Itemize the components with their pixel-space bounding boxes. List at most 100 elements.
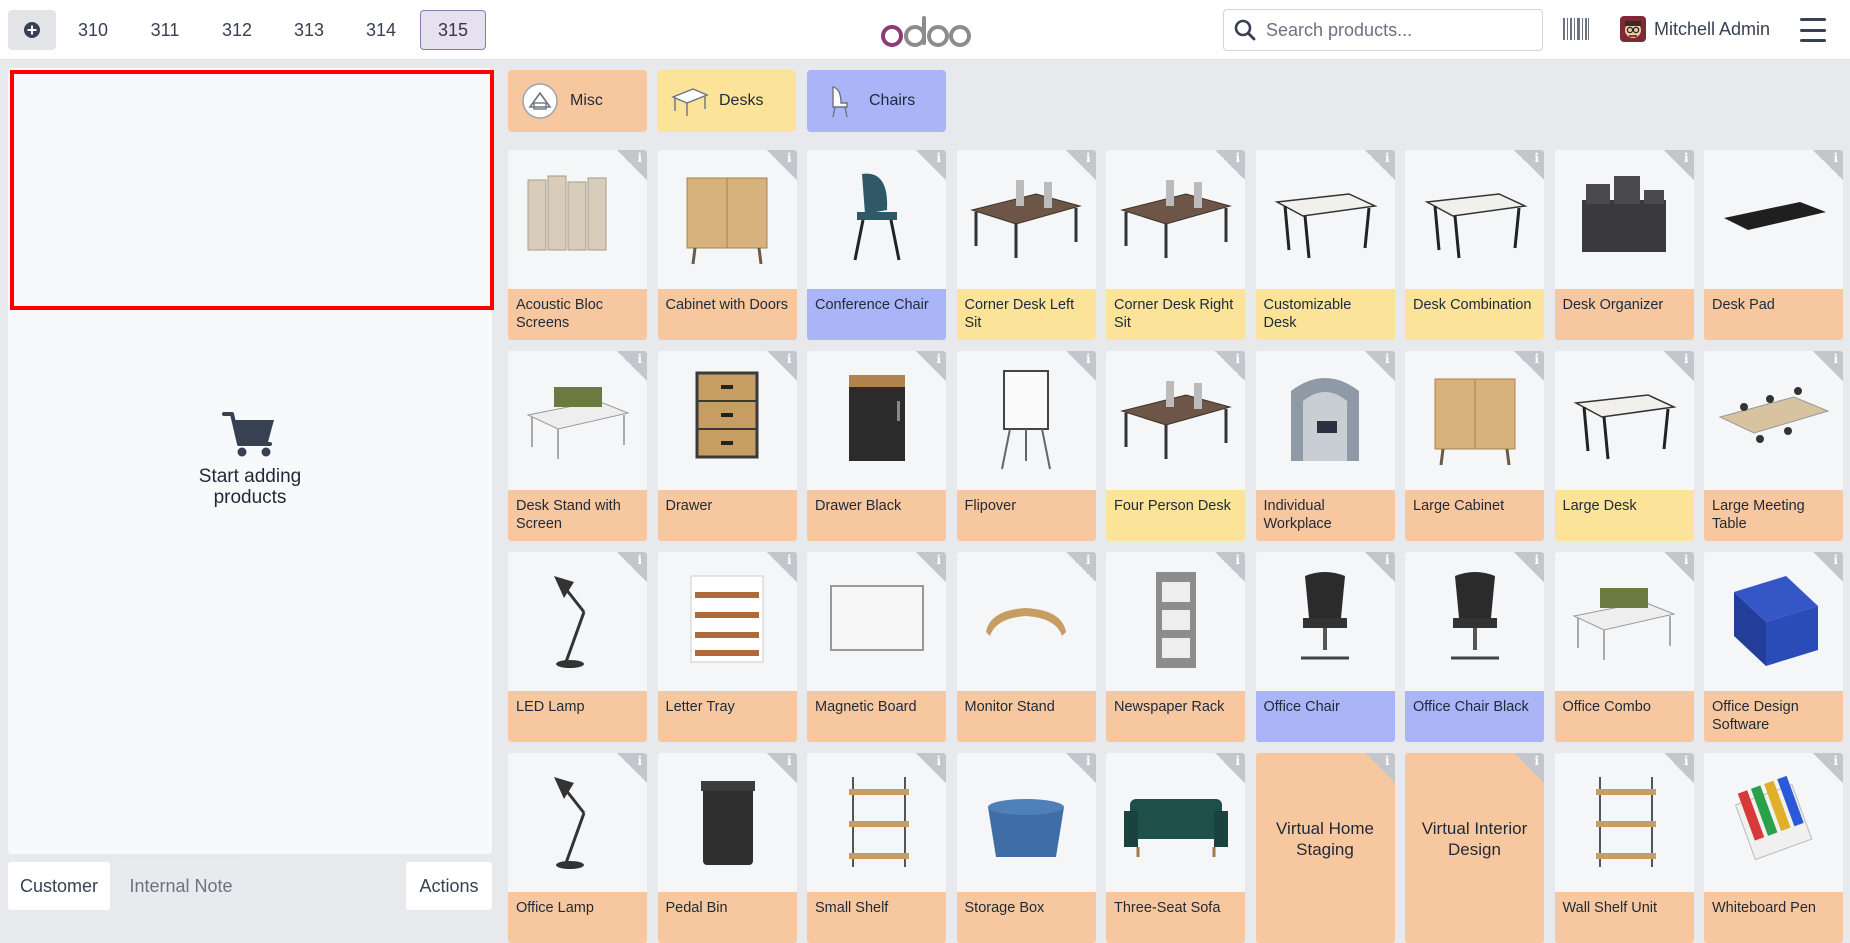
info-icon: i [1534,553,1539,567]
product-four-person-desk[interactable]: Four Person Desk i [1106,351,1245,541]
order-tab-310[interactable]: 310 [60,10,126,50]
product-office-lamp[interactable]: Office Lamp i [508,753,647,943]
product-storage-box[interactable]: Storage Box i [956,753,1096,943]
search-input[interactable] [1266,19,1526,41]
product-info-icon[interactable]: i [1215,552,1245,582]
product-cabinet-with-doors[interactable]: Cabinet with Doors i [657,150,797,340]
product-three-seat-sofa[interactable]: Three-Seat Sofa i [1106,753,1245,943]
product-info-icon[interactable]: i [916,150,946,180]
misc-category-icon [522,83,558,119]
product-info-icon[interactable]: i [766,552,797,582]
product-info-icon[interactable]: i [1364,753,1395,783]
product-office-design-software[interactable]: Office Design Software i [1704,552,1843,742]
product-info-icon[interactable]: i [617,753,647,783]
order-tab-311[interactable]: 311 [132,10,198,50]
product-search[interactable] [1223,9,1543,51]
product-info-icon[interactable]: i [1364,150,1395,180]
category-misc[interactable]: Misc [508,70,647,132]
product-info-icon[interactable]: i [617,150,647,180]
user-name: Mitchell Admin [1654,18,1771,39]
product-info-icon[interactable]: i [766,150,797,180]
product-virtual-interior-design[interactable]: Virtual Interior Design i [1405,753,1544,943]
product-info-icon[interactable]: i [1813,150,1843,180]
customer-button[interactable]: Customer [8,862,110,910]
product-info-icon[interactable]: i [1663,150,1694,180]
product-info-icon[interactable]: i [916,753,946,783]
product-info-icon[interactable]: i [1514,351,1544,381]
actions-button[interactable]: Actions [406,862,492,910]
product-info-icon[interactable]: i [617,552,647,582]
barcode-icon[interactable] [1563,18,1589,40]
product-info-icon[interactable]: i [1663,753,1694,783]
product-info-icon[interactable]: i [1663,552,1694,582]
product-individual-workplace[interactable]: Individual Workplace i [1255,351,1395,541]
product-info-icon[interactable]: i [1065,351,1096,381]
product-desk-stand-with-screen[interactable]: Desk Stand with Screen i [508,351,647,541]
product-customizable-desk[interactable]: Customizable Desk i [1255,150,1395,340]
product-drawer-black[interactable]: Drawer Black i [807,351,946,541]
product-office-chair[interactable]: Office Chair i [1255,552,1395,742]
product-info-icon[interactable]: i [1813,552,1843,582]
category-desks-label: Desks [719,92,764,109]
internal-note-button[interactable]: Internal Note [118,862,244,910]
product-acoustic-bloc-screens[interactable]: Acoustic Bloc Screens i [508,150,647,340]
product-office-chair-black[interactable]: Office Chair Black i [1405,552,1544,742]
product-info-icon[interactable]: i [1514,150,1544,180]
product-pedal-bin[interactable]: Pedal Bin i [657,753,797,943]
product-info-icon[interactable]: i [1364,351,1395,381]
product-large-meeting-table[interactable]: Large Meeting Table i [1704,351,1843,541]
category-misc-label: Misc [570,92,603,109]
product-info-icon[interactable]: i [766,753,797,783]
category-desks[interactable]: Desks [657,70,796,132]
product-name: Customizable Desk [1255,289,1395,340]
product-wall-shelf-unit[interactable]: Wall Shelf Unit i [1554,753,1694,943]
order-tab-314[interactable]: 314 [348,10,414,50]
product-newspaper-rack[interactable]: Newspaper Rack i [1106,552,1245,742]
product-corner-desk-right-sit[interactable]: Corner Desk Right Sit i [1106,150,1245,340]
info-icon: i [1833,151,1838,165]
product-info-icon[interactable]: i [916,552,946,582]
product-conference-chair[interactable]: Conference Chair i [807,150,946,340]
product-desk-pad[interactable]: Desk Pad i [1704,150,1843,340]
product-desk-combination[interactable]: Desk Combination i [1405,150,1544,340]
product-info-icon[interactable]: i [1813,753,1843,783]
product-corner-desk-left-sit[interactable]: Corner Desk Left Sit i [956,150,1096,340]
product-monitor-stand[interactable]: Monitor Stand i [956,552,1096,742]
product-info-icon[interactable]: i [916,351,946,381]
order-tab-315[interactable]: 315 [420,10,486,50]
product-info-icon[interactable]: i [766,351,797,381]
product-info-icon[interactable]: i [1364,552,1395,582]
product-info-icon[interactable]: i [1663,351,1694,381]
info-icon: i [1683,352,1689,366]
product-whiteboard-pen[interactable]: Whiteboard Pen i [1704,753,1843,943]
product-info-icon[interactable]: i [1065,753,1096,783]
category-chairs[interactable]: Chairs [807,70,946,132]
product-large-cabinet[interactable]: Large Cabinet i [1405,351,1544,541]
order-tab-313[interactable]: 313 [276,10,342,50]
product-info-icon[interactable]: i [1215,753,1245,783]
product-flipover[interactable]: Flipover i [956,351,1096,541]
product-info-icon[interactable]: i [1215,150,1245,180]
product-magnetic-board[interactable]: Magnetic Board i [807,552,946,742]
product-letter-tray[interactable]: Letter Tray i [657,552,797,742]
product-name: Acoustic Bloc Screens [508,289,647,340]
product-info-icon[interactable]: i [1065,150,1096,180]
product-led-lamp[interactable]: LED Lamp i [508,552,647,742]
order-tab-312[interactable]: 312 [204,10,270,50]
user-menu[interactable]: Mitchell Admin [1620,16,1770,42]
hamburger-menu-icon[interactable] [1800,18,1826,42]
product-info-icon[interactable]: i [1065,552,1096,582]
product-info-icon[interactable]: i [1514,552,1544,582]
product-desk-organizer[interactable]: Desk Organizer i [1554,150,1694,340]
new-order-button[interactable] [8,10,56,50]
product-small-shelf[interactable]: Small Shelf i [807,753,946,943]
product-drawer[interactable]: Drawer i [657,351,797,541]
product-info-icon[interactable]: i [1514,753,1544,783]
product-virtual-home-staging[interactable]: Virtual Home Staging i [1255,753,1395,943]
product-name: Desk Organizer [1554,289,1694,340]
product-info-icon[interactable]: i [1813,351,1843,381]
product-info-icon[interactable]: i [1215,351,1245,381]
product-office-combo[interactable]: Office Combo i [1554,552,1694,742]
product-info-icon[interactable]: i [617,351,647,381]
product-large-desk[interactable]: Large Desk i [1554,351,1694,541]
